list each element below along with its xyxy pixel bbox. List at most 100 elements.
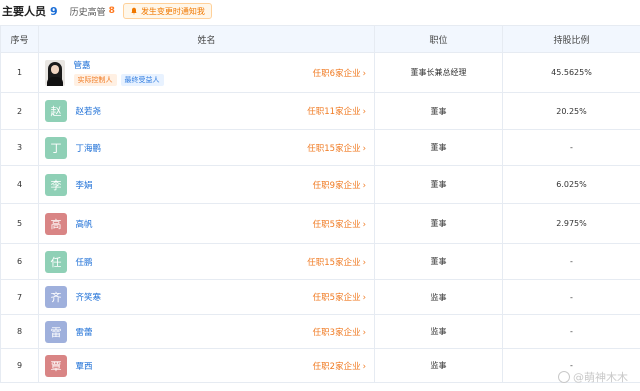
positions-link[interactable]: 任职15家企业 › xyxy=(307,256,366,268)
positions-link[interactable]: 任职5家企业 › xyxy=(313,218,366,230)
avatar[interactable]: 齐 xyxy=(45,286,67,308)
share-cell: - xyxy=(502,314,640,349)
positions-link[interactable]: 任职3家企业 › xyxy=(313,326,366,338)
chevron-right-icon: › xyxy=(362,68,366,79)
name-cell: 李 李娟 任职9家企业 › xyxy=(38,165,375,204)
avatar[interactable]: 覃 xyxy=(45,354,67,377)
role-cell: 董事 xyxy=(374,243,503,280)
watermark: @萌神木木 xyxy=(558,369,628,385)
table-row: 4 李 李娟 任职9家企业 › 董事 6.025% xyxy=(0,165,640,204)
name-cell: 齐 齐笑寒 任职5家企业 › xyxy=(38,279,375,315)
person-name-link[interactable]: 管嘉 xyxy=(74,59,164,71)
chevron-right-icon: › xyxy=(362,361,366,372)
avatar[interactable]: 高 xyxy=(45,212,67,235)
chevron-right-icon: › xyxy=(362,219,366,230)
positions-link[interactable]: 任职9家企业 › xyxy=(313,179,366,191)
positions-link[interactable]: 任职6家企业 › xyxy=(313,67,366,79)
name-cell: 丁 丁海鹏 任职15家企业 › xyxy=(38,129,375,166)
table-row: 8 雷 雷蕾 任职3家企业 › 监事 - xyxy=(0,314,640,349)
chevron-right-icon: › xyxy=(362,293,366,303)
row-index: 1 xyxy=(0,52,39,93)
avatar[interactable]: 任 xyxy=(45,250,67,273)
column-header-index: 序号 xyxy=(0,25,39,53)
person-name-link[interactable]: 丁海鹏 xyxy=(76,142,102,154)
positions-link[interactable]: 任职11家企业 › xyxy=(307,105,366,117)
person-name-link[interactable]: 高帆 xyxy=(76,218,93,230)
table-row: 3 丁 丁海鹏 任职15家企业 › 董事 - xyxy=(0,129,640,166)
notify-change-button[interactable]: 发生变更时通知我 xyxy=(122,3,212,19)
table-row: 5 高 高帆 任职5家企业 › 董事 2.975% xyxy=(0,203,640,244)
row-index: 3 xyxy=(0,129,39,166)
chevron-right-icon: › xyxy=(362,180,366,191)
role-cell: 董事 xyxy=(374,203,503,244)
watermark-icon xyxy=(558,371,570,383)
role-cell: 监事 xyxy=(374,348,503,383)
name-cell: 赵 赵若尧 任职11家企业 › xyxy=(38,92,375,130)
share-cell: - xyxy=(502,243,640,280)
positions-link[interactable]: 任职15家企业 › xyxy=(307,142,366,154)
watermark-text: @萌神木木 xyxy=(573,371,628,384)
table-row: 7 齐 齐笑寒 任职5家企业 › 监事 - xyxy=(0,279,640,315)
row-index: 2 xyxy=(0,92,39,130)
person-info: 管嘉 实际控制人 最终受益人 xyxy=(73,59,164,86)
name-cell: 任 任鹏 任职15家企业 › xyxy=(38,243,375,280)
person-name-link[interactable]: 覃西 xyxy=(76,360,93,372)
column-header-name: 姓名 xyxy=(38,25,375,53)
table-row: 1 管嘉 实际控制人 最终受益人 任职6家企业 › 董事长兼总经理 45.5625… xyxy=(0,52,640,93)
role-cell: 董事 xyxy=(374,92,503,130)
notify-change-label: 发生变更时通知我 xyxy=(140,6,205,16)
personnel-table: 序号 姓名 职位 持股比例 1 管嘉 实际控制人 最终受益人 任职6家企业 › 董… xyxy=(0,25,640,383)
column-header-share: 持股比例 xyxy=(502,25,640,53)
role-cell: 监事 xyxy=(374,279,503,315)
row-index: 8 xyxy=(0,314,39,349)
person-name-link[interactable]: 赵若尧 xyxy=(76,105,102,117)
positions-link[interactable]: 任职2家企业 › xyxy=(313,360,366,372)
name-cell: 管嘉 实际控制人 最终受益人 任职6家企业 › xyxy=(38,52,375,93)
name-cell: 覃 覃西 任职2家企业 › xyxy=(38,348,375,383)
avatar[interactable]: 赵 xyxy=(45,100,67,122)
section-title: 主要人员 xyxy=(2,5,46,18)
name-cell: 高 高帆 任职5家企业 › xyxy=(38,203,375,244)
person-name-link[interactable]: 雷蕾 xyxy=(76,326,93,338)
share-cell: - xyxy=(502,279,640,315)
chevron-right-icon: › xyxy=(362,327,366,338)
table-header-row: 序号 姓名 职位 持股比例 xyxy=(0,25,640,53)
table-row: 6 任 任鹏 任职15家企业 › 董事 - xyxy=(0,243,640,280)
name-cell: 雷 雷蕾 任职3家企业 › xyxy=(38,314,375,349)
share-cell: 2.975% xyxy=(502,203,640,244)
history-executives-count[interactable]: 8 xyxy=(109,6,115,16)
row-index: 9 xyxy=(0,348,39,383)
person-name-link[interactable]: 任鹏 xyxy=(76,256,93,268)
positions-link[interactable]: 任职5家企业 › xyxy=(313,291,366,303)
avatar[interactable]: 丁 xyxy=(45,136,67,159)
tag-actual-controller: 实际控制人 xyxy=(73,74,117,86)
share-cell: 20.25% xyxy=(502,92,640,130)
main-personnel-count: 9 xyxy=(50,4,58,18)
table-row: 9 覃 覃西 任职2家企业 › 监事 - xyxy=(0,348,640,383)
share-cell: 45.5625% xyxy=(502,52,640,93)
section-header: 主要人员 9 历史高管 8 发生变更时通知我 xyxy=(0,0,640,22)
table-row: 2 赵 赵若尧 任职11家企业 › 董事 20.25% xyxy=(0,92,640,130)
role-cell: 监事 xyxy=(374,314,503,349)
chevron-right-icon: › xyxy=(362,143,366,154)
bell-icon xyxy=(131,7,137,15)
person-tags: 实际控制人 最终受益人 xyxy=(73,74,164,86)
row-index: 4 xyxy=(0,165,39,204)
avatar[interactable]: 雷 xyxy=(45,320,67,343)
role-cell: 董事 xyxy=(374,165,503,204)
chevron-right-icon: › xyxy=(362,257,366,268)
person-photo[interactable] xyxy=(45,59,65,86)
row-index: 7 xyxy=(0,279,39,315)
history-executives-link[interactable]: 历史高管 xyxy=(70,5,106,18)
role-cell: 董事长兼总经理 xyxy=(374,52,503,93)
person-name-link[interactable]: 李娟 xyxy=(76,179,93,191)
row-index: 6 xyxy=(0,243,39,280)
role-cell: 董事 xyxy=(374,129,503,166)
avatar[interactable]: 李 xyxy=(45,173,67,196)
share-cell: - xyxy=(502,129,640,166)
chevron-right-icon: › xyxy=(362,107,366,117)
column-header-position: 职位 xyxy=(374,25,503,53)
person-name-link[interactable]: 齐笑寒 xyxy=(76,291,102,303)
tag-ultimate-beneficiary: 最终受益人 xyxy=(120,74,164,86)
row-index: 5 xyxy=(0,203,39,244)
